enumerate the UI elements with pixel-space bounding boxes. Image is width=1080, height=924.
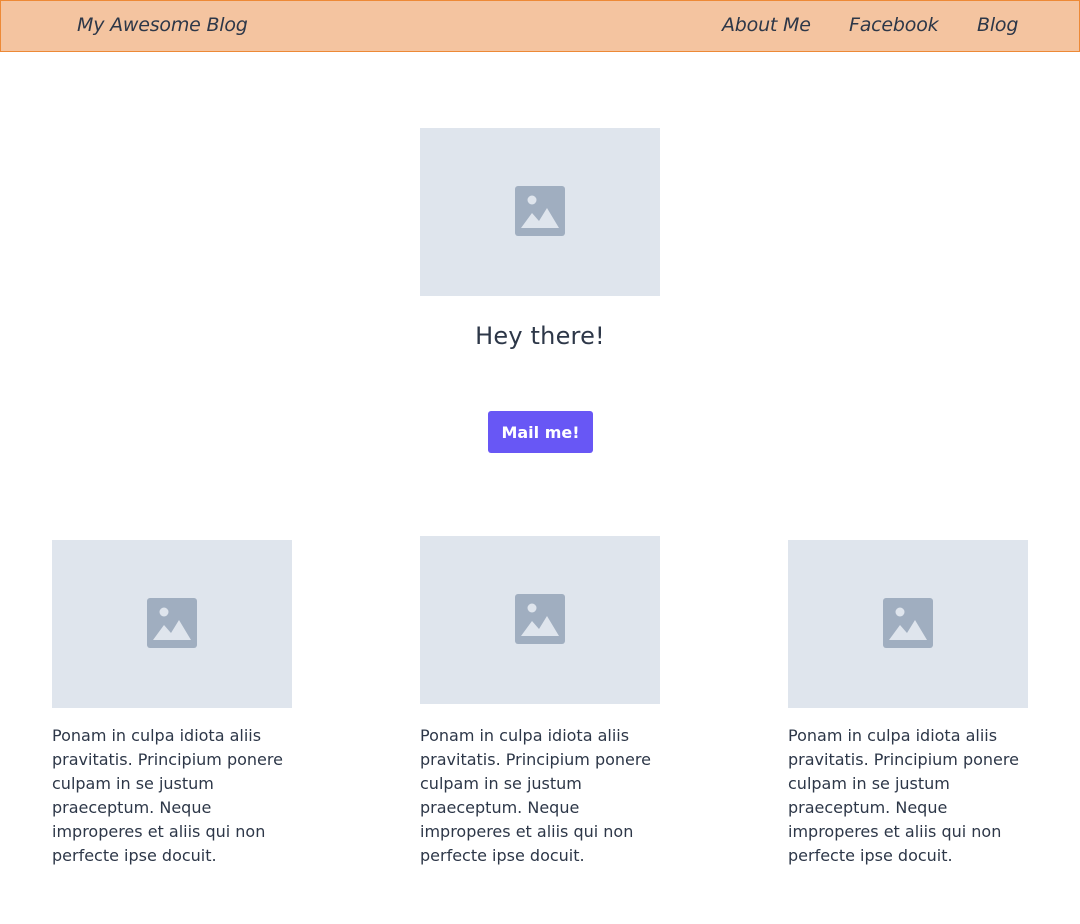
- navbar: My Awesome Blog About Me Facebook Blog: [0, 0, 1080, 52]
- image-placeholder-icon: [515, 594, 565, 644]
- hero-image: [420, 128, 660, 296]
- card-image: [420, 536, 660, 704]
- card-image: [52, 540, 292, 708]
- image-placeholder-icon: [515, 186, 565, 236]
- nav-link-about-me[interactable]: About Me: [722, 14, 811, 36]
- card-image: [788, 540, 1028, 708]
- brand-link[interactable]: My Awesome Blog: [77, 14, 248, 36]
- nav-link-blog[interactable]: Blog: [977, 14, 1018, 36]
- hero-title: Hey there!: [475, 322, 605, 350]
- image-placeholder-icon: [883, 598, 933, 648]
- card-text: Ponam in culpa idiota aliis pravitatis. …: [52, 726, 283, 865]
- card-text: Ponam in culpa idiota aliis pravitatis. …: [788, 726, 1019, 865]
- card-text: Ponam in culpa idiota aliis pravitatis. …: [420, 726, 651, 865]
- nav-link-facebook[interactable]: Facebook: [849, 14, 939, 36]
- mail-me-button[interactable]: Mail me!: [488, 411, 593, 453]
- image-placeholder-icon: [147, 598, 197, 648]
